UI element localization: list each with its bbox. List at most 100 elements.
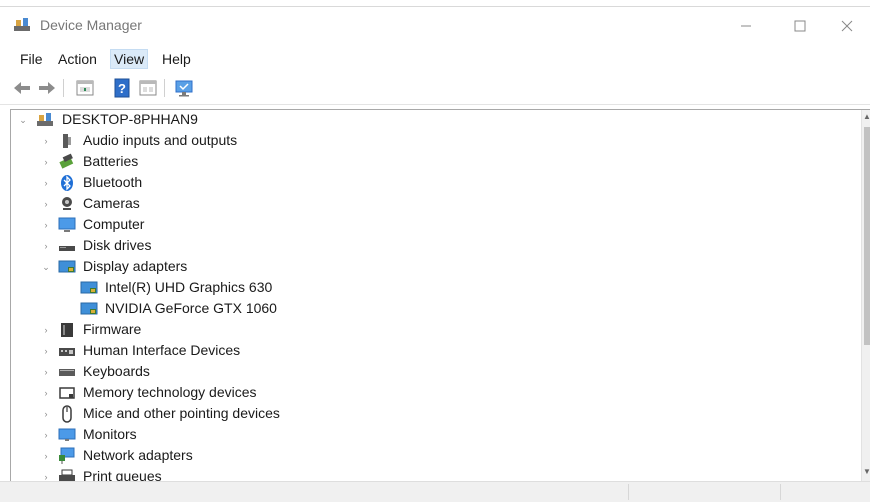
display-adapter-icon — [80, 302, 98, 315]
status-bar — [0, 481, 870, 502]
close-button[interactable] — [824, 12, 870, 40]
menu-action[interactable]: Action — [55, 50, 100, 68]
tree-category[interactable]: › Disk drives — [11, 236, 851, 256]
disk-drive-icon — [59, 246, 75, 251]
tree-category-label: Keyboards — [83, 363, 150, 379]
tree-category-expanded[interactable]: ⌄ Display adapters — [11, 257, 851, 277]
tree-category-label: Batteries — [83, 153, 139, 169]
toolbar: ? — [0, 72, 870, 105]
tree-category-label: Network adapters — [83, 447, 193, 463]
toolbar-separator — [164, 79, 165, 97]
chevron-right-icon[interactable]: › — [40, 219, 52, 231]
status-divider — [628, 484, 629, 500]
tree-category-label: Computer — [83, 216, 145, 232]
device-tree: ⌄ DESKTOP-8PHHAN9 › Audio inputs and out… — [11, 110, 859, 481]
menu-help[interactable]: Help — [159, 50, 194, 68]
scroll-up-arrow-icon[interactable]: ▲ — [863, 112, 870, 121]
chevron-right-icon[interactable]: › — [40, 324, 52, 336]
chevron-right-icon[interactable]: › — [40, 198, 52, 210]
chevron-right-icon[interactable]: › — [40, 177, 52, 189]
vertical-scrollbar[interactable]: ▲ ▼ — [861, 110, 870, 481]
battery-icon — [59, 153, 74, 169]
chevron-right-icon[interactable]: › — [40, 135, 52, 147]
bluetooth-icon — [61, 175, 73, 191]
keyboard-icon — [59, 369, 75, 376]
chevron-right-icon[interactable]: › — [40, 450, 52, 462]
tree-category-label: Display adapters — [83, 258, 188, 274]
window-top-border — [0, 6, 870, 7]
display-adapter-icon — [58, 260, 76, 273]
tree-category[interactable]: › Monitors — [11, 425, 851, 445]
help-icon[interactable]: ? — [112, 78, 132, 98]
menu-bar: File Action View Help — [0, 44, 870, 72]
status-divider — [780, 484, 781, 500]
tree-category[interactable]: › Cameras — [11, 194, 851, 214]
back-arrow-icon[interactable] — [12, 78, 32, 98]
device-tree-pane: ⌄ DESKTOP-8PHHAN9 › Audio inputs and out… — [10, 109, 870, 482]
maximize-button[interactable] — [777, 12, 823, 40]
chevron-right-icon[interactable]: › — [40, 345, 52, 357]
tree-device[interactable]: Intel(R) UHD Graphics 630 — [11, 278, 851, 298]
tree-device-label: NVIDIA GeForce GTX 1060 — [105, 300, 277, 316]
maximize-icon — [794, 20, 806, 32]
scrollbar-thumb[interactable] — [864, 127, 870, 345]
chevron-down-icon[interactable]: ⌄ — [17, 114, 29, 126]
window-title: Device Manager — [40, 17, 142, 33]
chevron-down-icon[interactable]: ⌄ — [40, 261, 52, 273]
tree-root[interactable]: ⌄ DESKTOP-8PHHAN9 — [11, 110, 851, 130]
tree-category[interactable]: › Keyboards — [11, 362, 851, 382]
tree-device-label: Intel(R) UHD Graphics 630 — [105, 279, 273, 295]
tree-category-label: Human Interface Devices — [83, 342, 241, 358]
forward-arrow-icon[interactable] — [37, 78, 57, 98]
tree-category[interactable]: › Mice and other pointing devices — [11, 404, 851, 424]
tree-category[interactable]: › Audio inputs and outputs — [11, 131, 851, 151]
tree-category-label: Disk drives — [83, 237, 152, 253]
chevron-right-icon[interactable]: › — [40, 387, 52, 399]
device-manager-icon — [14, 18, 30, 31]
tree-category-label: Cameras — [83, 195, 140, 211]
printer-icon — [59, 469, 75, 481]
tree-category-label: Audio inputs and outputs — [83, 132, 238, 148]
tree-category[interactable]: › Human Interface Devices — [11, 341, 851, 361]
svg-text:?: ? — [118, 81, 126, 96]
computer-icon — [58, 217, 76, 232]
hid-icon — [59, 348, 75, 356]
tree-category[interactable]: › Batteries — [11, 152, 851, 172]
chevron-right-icon[interactable]: › — [40, 408, 52, 420]
firmware-icon — [61, 323, 73, 337]
memory-icon — [59, 387, 75, 399]
monitor-scan-icon[interactable] — [174, 78, 194, 98]
tree-category-label: Mice and other pointing devices — [83, 405, 280, 421]
tree-category[interactable]: › Memory technology devices — [11, 383, 851, 403]
view-icon[interactable] — [138, 78, 158, 98]
chevron-right-icon[interactable]: › — [40, 240, 52, 252]
tree-category-label: Monitors — [83, 426, 137, 442]
toolbar-separator — [63, 79, 64, 97]
tree-category[interactable]: › Print queues — [11, 467, 851, 481]
network-adapter-icon — [59, 447, 75, 464]
title-bar: Device Manager — [0, 0, 870, 44]
chevron-right-icon[interactable]: › — [40, 156, 52, 168]
tree-category-label: Memory technology devices — [83, 384, 257, 400]
tree-category[interactable]: › Computer — [11, 215, 851, 235]
tree-category-label: Bluetooth — [83, 174, 143, 190]
close-icon — [841, 20, 853, 32]
menu-file[interactable]: File — [17, 50, 46, 68]
tree-category[interactable]: › Bluetooth — [11, 173, 851, 193]
minimize-icon — [741, 25, 751, 27]
tree-device[interactable]: NVIDIA GeForce GTX 1060 — [11, 299, 851, 319]
tree-category[interactable]: › Firmware — [11, 320, 851, 340]
menu-view[interactable]: View — [109, 49, 149, 69]
tree-root-label: DESKTOP-8PHHAN9 — [62, 111, 198, 127]
chevron-right-icon[interactable]: › — [40, 429, 52, 441]
monitor-icon — [58, 428, 76, 441]
tree-category-label: Firmware — [83, 321, 142, 337]
chevron-right-icon[interactable]: › — [40, 366, 52, 378]
mouse-icon — [62, 405, 72, 423]
scroll-down-arrow-icon[interactable]: ▼ — [863, 467, 870, 476]
minimize-button[interactable] — [723, 12, 769, 40]
tree-category[interactable]: › Network adapters — [11, 446, 851, 466]
properties-icon[interactable] — [75, 78, 95, 98]
speaker-icon — [63, 134, 71, 148]
camera-icon — [62, 197, 72, 210]
